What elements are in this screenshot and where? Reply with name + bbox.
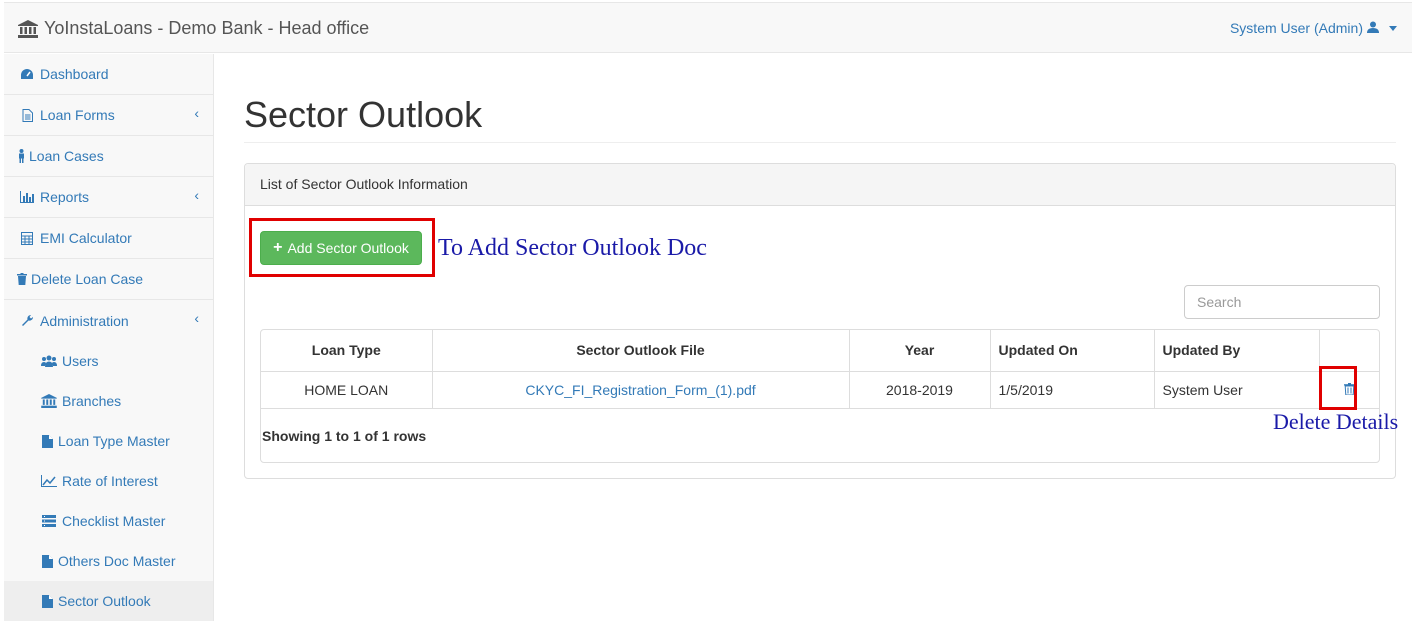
sidebar-item-label: Checklist Master (62, 513, 166, 529)
search-input[interactable] (1184, 285, 1380, 319)
sidebar-item-label: Users (62, 353, 99, 369)
users-icon (40, 355, 58, 367)
chevron-left-icon: ‹ (194, 187, 199, 203)
pagination-info: Showing 1 to 1 of 1 rows (262, 428, 427, 444)
add-sector-outlook-button[interactable]: + Add Sector Outlook (260, 231, 422, 265)
brand[interactable]: YoInstaLoans - Demo Bank - Head office (18, 18, 369, 39)
person-icon (16, 149, 26, 163)
wrench-icon (18, 314, 36, 327)
sidebar-item-label: Delete Loan Case (31, 271, 144, 287)
outlook-table: Loan Type Sector Outlook File Year Updat… (261, 330, 1379, 409)
user-name: System User (Admin) (1229, 20, 1363, 36)
file-icon (40, 434, 54, 448)
cell-loan-type: HOME LOAN (261, 370, 433, 409)
sidebar-item-emi-calculator[interactable]: EMI Calculator (4, 218, 213, 259)
sidebar-item-reports[interactable]: Reports ‹ (4, 177, 213, 218)
sidebar-item-administration[interactable]: Administration ‹ (4, 300, 213, 341)
cell-year: 2018-2019 (848, 370, 991, 409)
sidebar-item-users[interactable]: Users (4, 341, 213, 381)
sidebar-item-label: Reports (40, 189, 90, 205)
sidebar-item-label: Administration (40, 312, 129, 329)
list-icon (40, 515, 58, 527)
delete-annotation: Delete Details (1273, 409, 1399, 434)
sidebar-item-label: Rate of Interest (62, 473, 158, 489)
app-title: YoInstaLoans - Demo Bank - Head office (44, 18, 370, 38)
panel-heading: List of Sector Outlook Information (245, 164, 1395, 206)
col-actions (1318, 330, 1379, 372)
sidebar-item-checklist-master[interactable]: Checklist Master (4, 501, 213, 541)
sidebar: Dashboard Loan Forms ‹ Loan Cases Report… (4, 54, 214, 621)
dashboard-icon (18, 68, 36, 80)
add-annotation: To Add Sector Outlook Doc (438, 235, 707, 261)
table-row: HOME LOAN CKYC_FI_Registration_Form_(1).… (261, 370, 1379, 409)
sidebar-item-loan-forms[interactable]: Loan Forms ‹ (4, 95, 213, 136)
cell-updated-by: System User (1153, 370, 1320, 409)
col-sector-outlook-file[interactable]: Sector Outlook File (431, 330, 850, 372)
bank-icon (18, 19, 38, 38)
cell-file-link[interactable]: CKYC_FI_Registration_Form_(1).pdf (431, 370, 850, 409)
cell-updated-on: 1/5/2019 (989, 370, 1155, 409)
sidebar-item-label: Others Doc Master (58, 553, 176, 569)
add-button-label: Add Sector Outlook (287, 240, 409, 256)
file-icon (18, 108, 36, 122)
col-loan-type[interactable]: Loan Type (261, 330, 433, 372)
table-header-row: Loan Type Sector Outlook File Year Updat… (261, 330, 1379, 372)
sidebar-item-label: Loan Cases (29, 148, 104, 164)
sidebar-item-label: Loan Forms (40, 107, 115, 123)
sidebar-item-delete-loan-case[interactable]: Delete Loan Case (4, 259, 213, 300)
outlook-table-container: Loan Type Sector Outlook File Year Updat… (260, 329, 1380, 463)
bank-icon (40, 394, 58, 408)
calculator-icon (18, 231, 36, 245)
sidebar-item-sector-outlook[interactable]: Sector Outlook (4, 581, 213, 621)
col-year[interactable]: Year (848, 330, 991, 372)
title-divider (244, 142, 1396, 143)
user-icon (1367, 20, 1379, 36)
plus-icon: + (273, 239, 283, 256)
delete-icon-highlight (1319, 366, 1357, 410)
chevron-down-icon (1389, 25, 1397, 31)
user-menu[interactable]: System User (Admin) (1230, 20, 1397, 36)
sidebar-item-others-doc-master[interactable]: Others Doc Master (4, 541, 213, 581)
chevron-left-icon: ‹ (194, 105, 199, 121)
col-updated-on[interactable]: Updated On (989, 330, 1155, 372)
top-navbar: YoInstaLoans - Demo Bank - Head office S… (4, 2, 1412, 53)
sidebar-item-label: Sector Outlook (58, 593, 151, 609)
bar-chart-icon (18, 191, 36, 203)
sidebar-item-loan-type-master[interactable]: Loan Type Master (4, 421, 213, 461)
page-title: Sector Outlook (244, 94, 483, 135)
sidebar-item-dashboard[interactable]: Dashboard (4, 54, 213, 95)
sidebar-item-loan-cases[interactable]: Loan Cases (4, 136, 213, 177)
chevron-left-icon: ‹ (194, 310, 199, 326)
sidebar-item-label: Branches (62, 393, 122, 409)
line-chart-icon (40, 475, 58, 487)
file-icon (40, 594, 54, 608)
sidebar-item-rate-of-interest[interactable]: Rate of Interest (4, 461, 213, 501)
col-updated-by[interactable]: Updated By (1153, 330, 1320, 372)
trash-icon (16, 273, 28, 285)
sidebar-item-label: EMI Calculator (40, 230, 132, 246)
file-icon (40, 554, 54, 568)
sidebar-item-label: Dashboard (40, 66, 109, 82)
sidebar-item-label: Loan Type Master (58, 433, 170, 449)
sidebar-item-branches[interactable]: Branches (4, 381, 213, 421)
